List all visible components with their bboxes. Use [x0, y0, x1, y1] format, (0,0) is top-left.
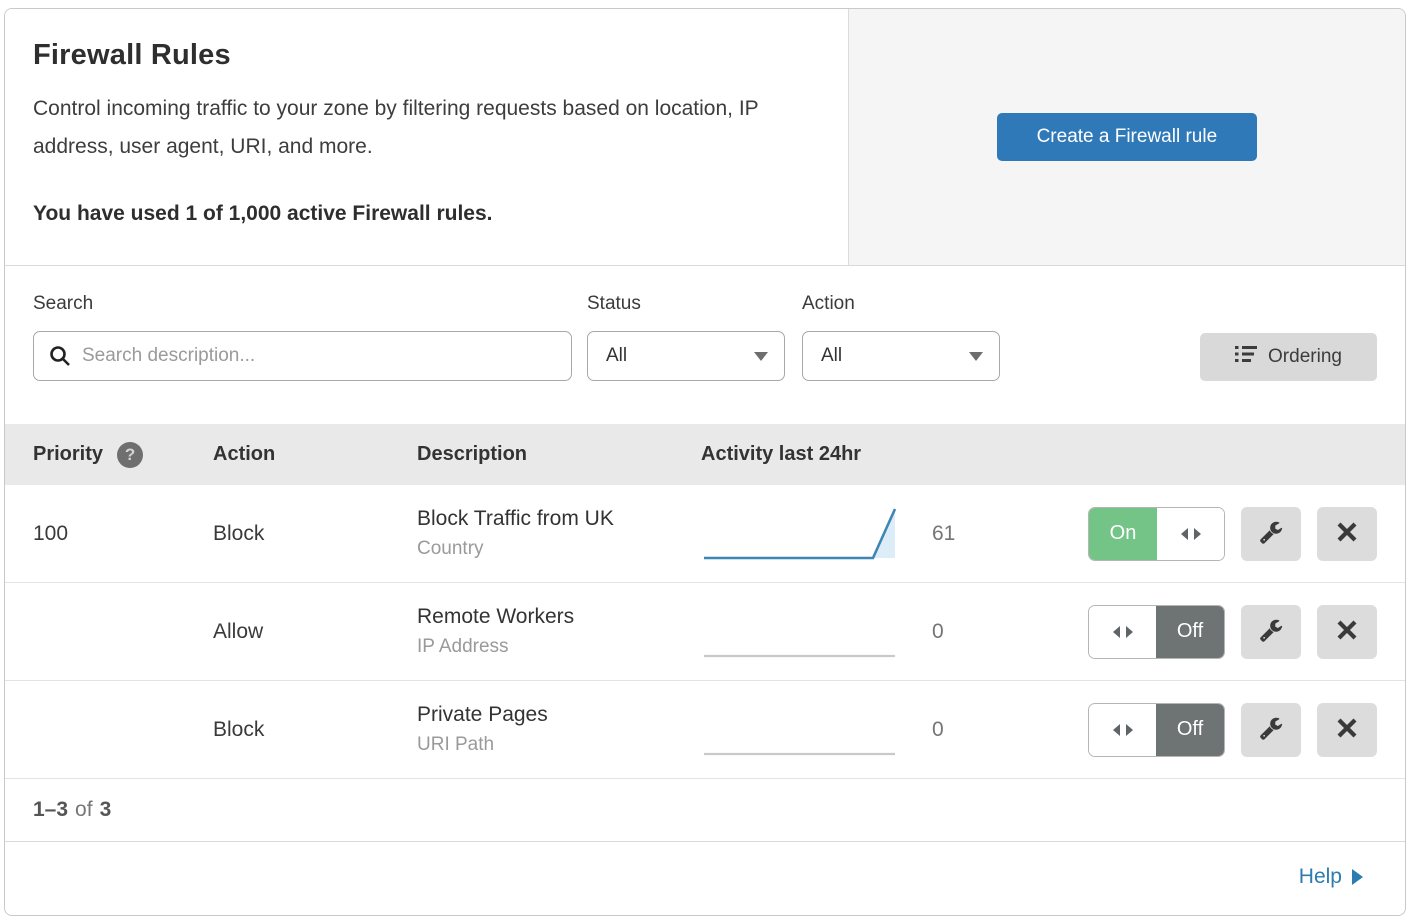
rule-match-type: Country — [417, 538, 701, 560]
help-link[interactable]: Help — [1299, 865, 1363, 889]
help-link-label: Help — [1299, 865, 1342, 889]
rule-match-type: IP Address — [417, 636, 701, 658]
status-label: Status — [587, 293, 785, 317]
edit-rule-button[interactable] — [1241, 703, 1301, 757]
search-icon — [48, 344, 72, 373]
column-header-description: Description — [417, 443, 701, 466]
action-filter-group: Action All — [802, 293, 1000, 424]
chevron-down-icon — [754, 352, 768, 361]
search-group: Search — [33, 293, 572, 424]
activity-count: 0 — [906, 620, 992, 644]
wrench-icon — [1259, 618, 1283, 645]
search-label: Search — [33, 293, 572, 317]
close-icon — [1336, 521, 1358, 546]
close-icon — [1336, 717, 1358, 742]
arrow-right-icon — [1352, 869, 1363, 885]
column-header-priority: Priority — [33, 443, 103, 466]
usage-summary: You have used 1 of 1,000 active Firewall… — [33, 202, 808, 226]
rule-priority: 100 — [33, 522, 213, 546]
rule-action: Allow — [213, 620, 417, 644]
rule-enabled-toggle[interactable]: On — [1088, 507, 1225, 561]
toggle-handle-icon — [1089, 606, 1156, 658]
table-header-row: Priority ? Action Description Activity l… — [5, 424, 1405, 485]
ordering-button[interactable]: Ordering — [1200, 333, 1377, 381]
status-filter-group: Status All — [587, 293, 785, 424]
table-row: Allow Remote Workers IP Address 0 Off — [5, 583, 1405, 681]
toggle-state-label: On — [1089, 508, 1157, 560]
toggle-handle-icon — [1157, 508, 1224, 560]
page-description: Control incoming traffic to your zone by… — [33, 90, 808, 166]
header-section: Firewall Rules Control incoming traffic … — [5, 9, 1405, 266]
wrench-icon — [1259, 716, 1283, 743]
toggle-state-label: Off — [1156, 606, 1224, 658]
chevron-down-icon — [969, 352, 983, 361]
filter-bar: Search Status All Action All — [5, 266, 1405, 424]
rule-action: Block — [213, 718, 417, 742]
header-action-panel: Create a Firewall rule — [848, 9, 1405, 265]
edit-rule-button[interactable] — [1241, 507, 1301, 561]
delete-rule-button[interactable] — [1317, 507, 1377, 561]
action-selected-value: All — [821, 345, 842, 367]
help-footer: Help — [5, 842, 1405, 912]
table-row: 100 Block Block Traffic from UK Country … — [5, 485, 1405, 583]
ordering-button-label: Ordering — [1268, 346, 1342, 368]
rule-enabled-toggle[interactable]: Off — [1088, 605, 1225, 659]
rule-description: Private Pages — [417, 703, 701, 727]
create-firewall-rule-button[interactable]: Create a Firewall rule — [997, 113, 1257, 161]
firewall-rules-panel: Firewall Rules Control incoming traffic … — [4, 8, 1406, 916]
page-title: Firewall Rules — [33, 39, 808, 72]
activity-sparkline — [701, 697, 906, 763]
delete-rule-button[interactable] — [1317, 605, 1377, 659]
activity-sparkline — [701, 501, 906, 567]
pagination-total: 3 — [100, 798, 112, 822]
activity-count: 61 — [906, 522, 992, 546]
priority-help-icon[interactable]: ? — [117, 442, 143, 468]
close-icon — [1336, 619, 1358, 644]
rule-description: Block Traffic from UK — [417, 507, 701, 531]
toggle-handle-icon — [1089, 704, 1156, 756]
wrench-icon — [1259, 520, 1283, 547]
rule-description: Remote Workers — [417, 605, 701, 629]
delete-rule-button[interactable] — [1317, 703, 1377, 757]
header-text-block: Firewall Rules Control incoming traffic … — [5, 9, 848, 265]
column-header-activity: Activity last 24hr — [701, 443, 861, 466]
search-box — [33, 331, 572, 381]
list-ordering-icon — [1235, 345, 1257, 369]
pagination-range: 1–3 — [33, 798, 68, 822]
column-header-action: Action — [213, 443, 417, 466]
ordering-group: Ordering — [1200, 293, 1377, 424]
pagination-of-label: of — [75, 798, 93, 822]
toggle-state-label: Off — [1156, 704, 1224, 756]
status-selected-value: All — [606, 345, 627, 367]
search-input[interactable] — [33, 331, 572, 381]
rule-action: Block — [213, 522, 417, 546]
action-select[interactable]: All — [802, 331, 1000, 381]
activity-sparkline — [701, 599, 906, 665]
rule-match-type: URI Path — [417, 734, 701, 756]
rule-enabled-toggle[interactable]: Off — [1088, 703, 1225, 757]
edit-rule-button[interactable] — [1241, 605, 1301, 659]
status-select[interactable]: All — [587, 331, 785, 381]
table-row: Block Private Pages URI Path 0 Off — [5, 681, 1405, 779]
action-label: Action — [802, 293, 1000, 317]
pagination-bar: 1–3 of 3 — [5, 779, 1405, 842]
activity-count: 0 — [906, 718, 992, 742]
